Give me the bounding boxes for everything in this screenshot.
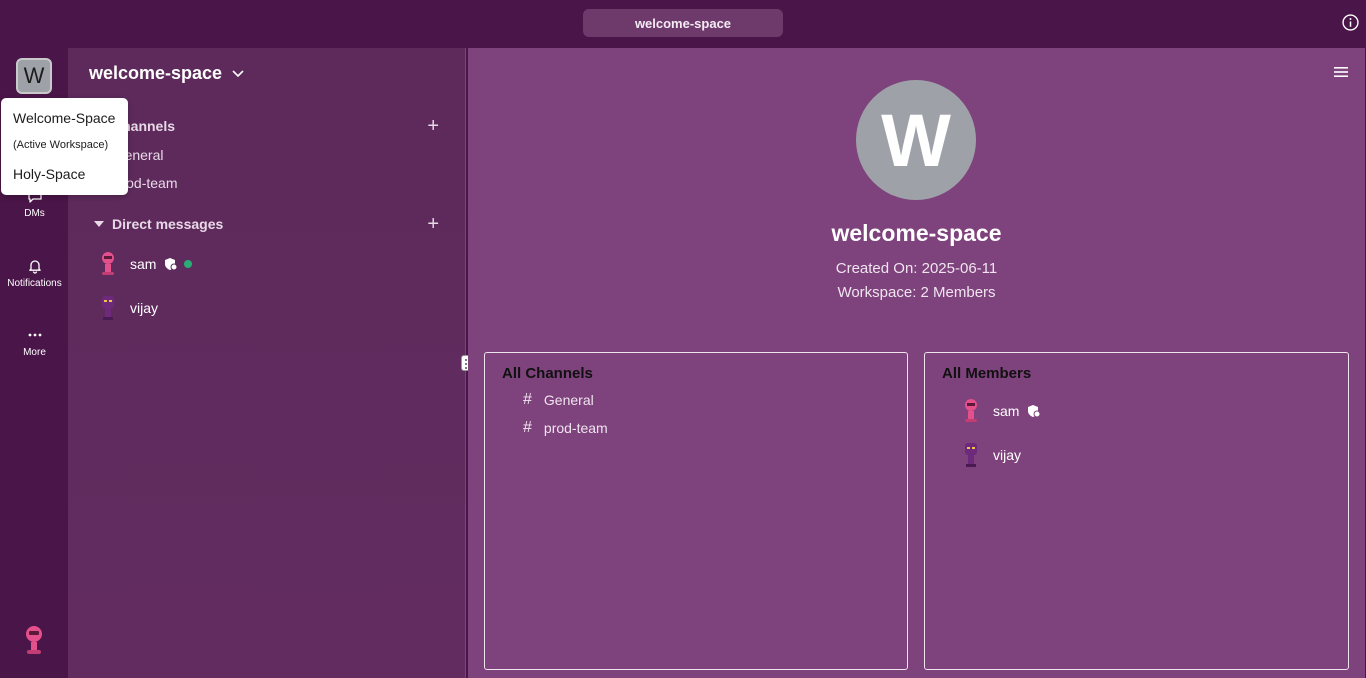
dm-header-label: Direct messages	[112, 216, 224, 232]
search-label: welcome-space	[634, 15, 732, 31]
info-icon[interactable]	[1342, 14, 1359, 31]
more-icon	[28, 333, 41, 337]
panel-channel-general[interactable]: # General	[523, 391, 594, 409]
active-workspace-note: (Active Workspace)	[13, 139, 109, 151]
menu-item-holy-space[interactable]: Holy-Space	[13, 166, 85, 182]
menu-icon[interactable]	[1334, 66, 1348, 78]
workspace-avatar: W	[856, 80, 976, 200]
panel-title: All Channels	[502, 365, 593, 382]
dm-section-header[interactable]: Direct messages	[94, 216, 223, 232]
workspace-switcher[interactable]: W	[16, 58, 52, 94]
caret-down-icon	[94, 221, 104, 227]
hash-icon: #	[523, 391, 532, 408]
dm-item-vijay[interactable]: vijay	[98, 294, 158, 322]
workspace-switcher-menu: Welcome-Space (Active Workspace) Holy-Sp…	[1, 98, 128, 195]
workspace-initial: W	[23, 63, 45, 88]
workspace-name: welcome-space	[89, 63, 223, 83]
all-members-panel: All Members sam vijay	[924, 352, 1349, 670]
rail-item-label: Notifications	[7, 278, 62, 289]
page-title: welcome-space	[831, 220, 1002, 246]
search-button[interactable]: welcome-space	[583, 9, 783, 37]
member-count-text: Workspace: 2 Members	[837, 284, 996, 301]
admin-shield-icon	[1028, 405, 1041, 418]
bell-icon	[28, 260, 41, 274]
rail-item-label: DMs	[24, 208, 45, 219]
created-on-text: Created On: 2025-06-11	[835, 260, 998, 277]
avatar	[102, 252, 114, 275]
dm-name: sam	[130, 256, 157, 272]
rail-item-label: More	[23, 347, 46, 358]
add-channel-button[interactable]: +	[427, 116, 439, 136]
dm-item-sam[interactable]: sam	[98, 250, 193, 278]
rail-item-notifications[interactable]: Notifications	[1, 258, 68, 289]
hash-icon: #	[523, 419, 532, 436]
online-status-dot	[184, 260, 193, 268]
avatar	[965, 399, 977, 422]
admin-shield-icon	[165, 258, 178, 271]
workspace-avatar-initial: W	[881, 98, 951, 182]
workspace-overview: W welcome-space Created On: 2025-06-11 W…	[468, 48, 1365, 678]
panel-channel-prod-team[interactable]: # prod-team	[523, 419, 608, 437]
avatar	[965, 443, 977, 467]
avatar	[102, 296, 114, 320]
user-avatar[interactable]	[21, 624, 47, 656]
member-item-sam[interactable]: sam	[961, 397, 1041, 425]
channel-label: prod-team	[543, 420, 608, 436]
top-bar: welcome-space	[0, 0, 1366, 47]
channel-label: General	[543, 392, 594, 408]
dm-name: vijay	[130, 300, 159, 316]
chevron-down-icon	[232, 69, 244, 77]
menu-item-welcome-space[interactable]: Welcome-Space	[13, 110, 115, 126]
add-dm-button[interactable]: +	[427, 214, 439, 234]
member-name: sam	[993, 403, 1020, 419]
workspace-title[interactable]: welcome-space	[89, 63, 244, 84]
member-name: vijay	[993, 447, 1022, 463]
member-item-vijay[interactable]: vijay	[961, 441, 1021, 469]
rail-item-more[interactable]: More	[1, 327, 68, 358]
panel-title: All Members	[942, 365, 1032, 382]
all-channels-panel: All Channels # General # prod-team	[484, 352, 908, 670]
